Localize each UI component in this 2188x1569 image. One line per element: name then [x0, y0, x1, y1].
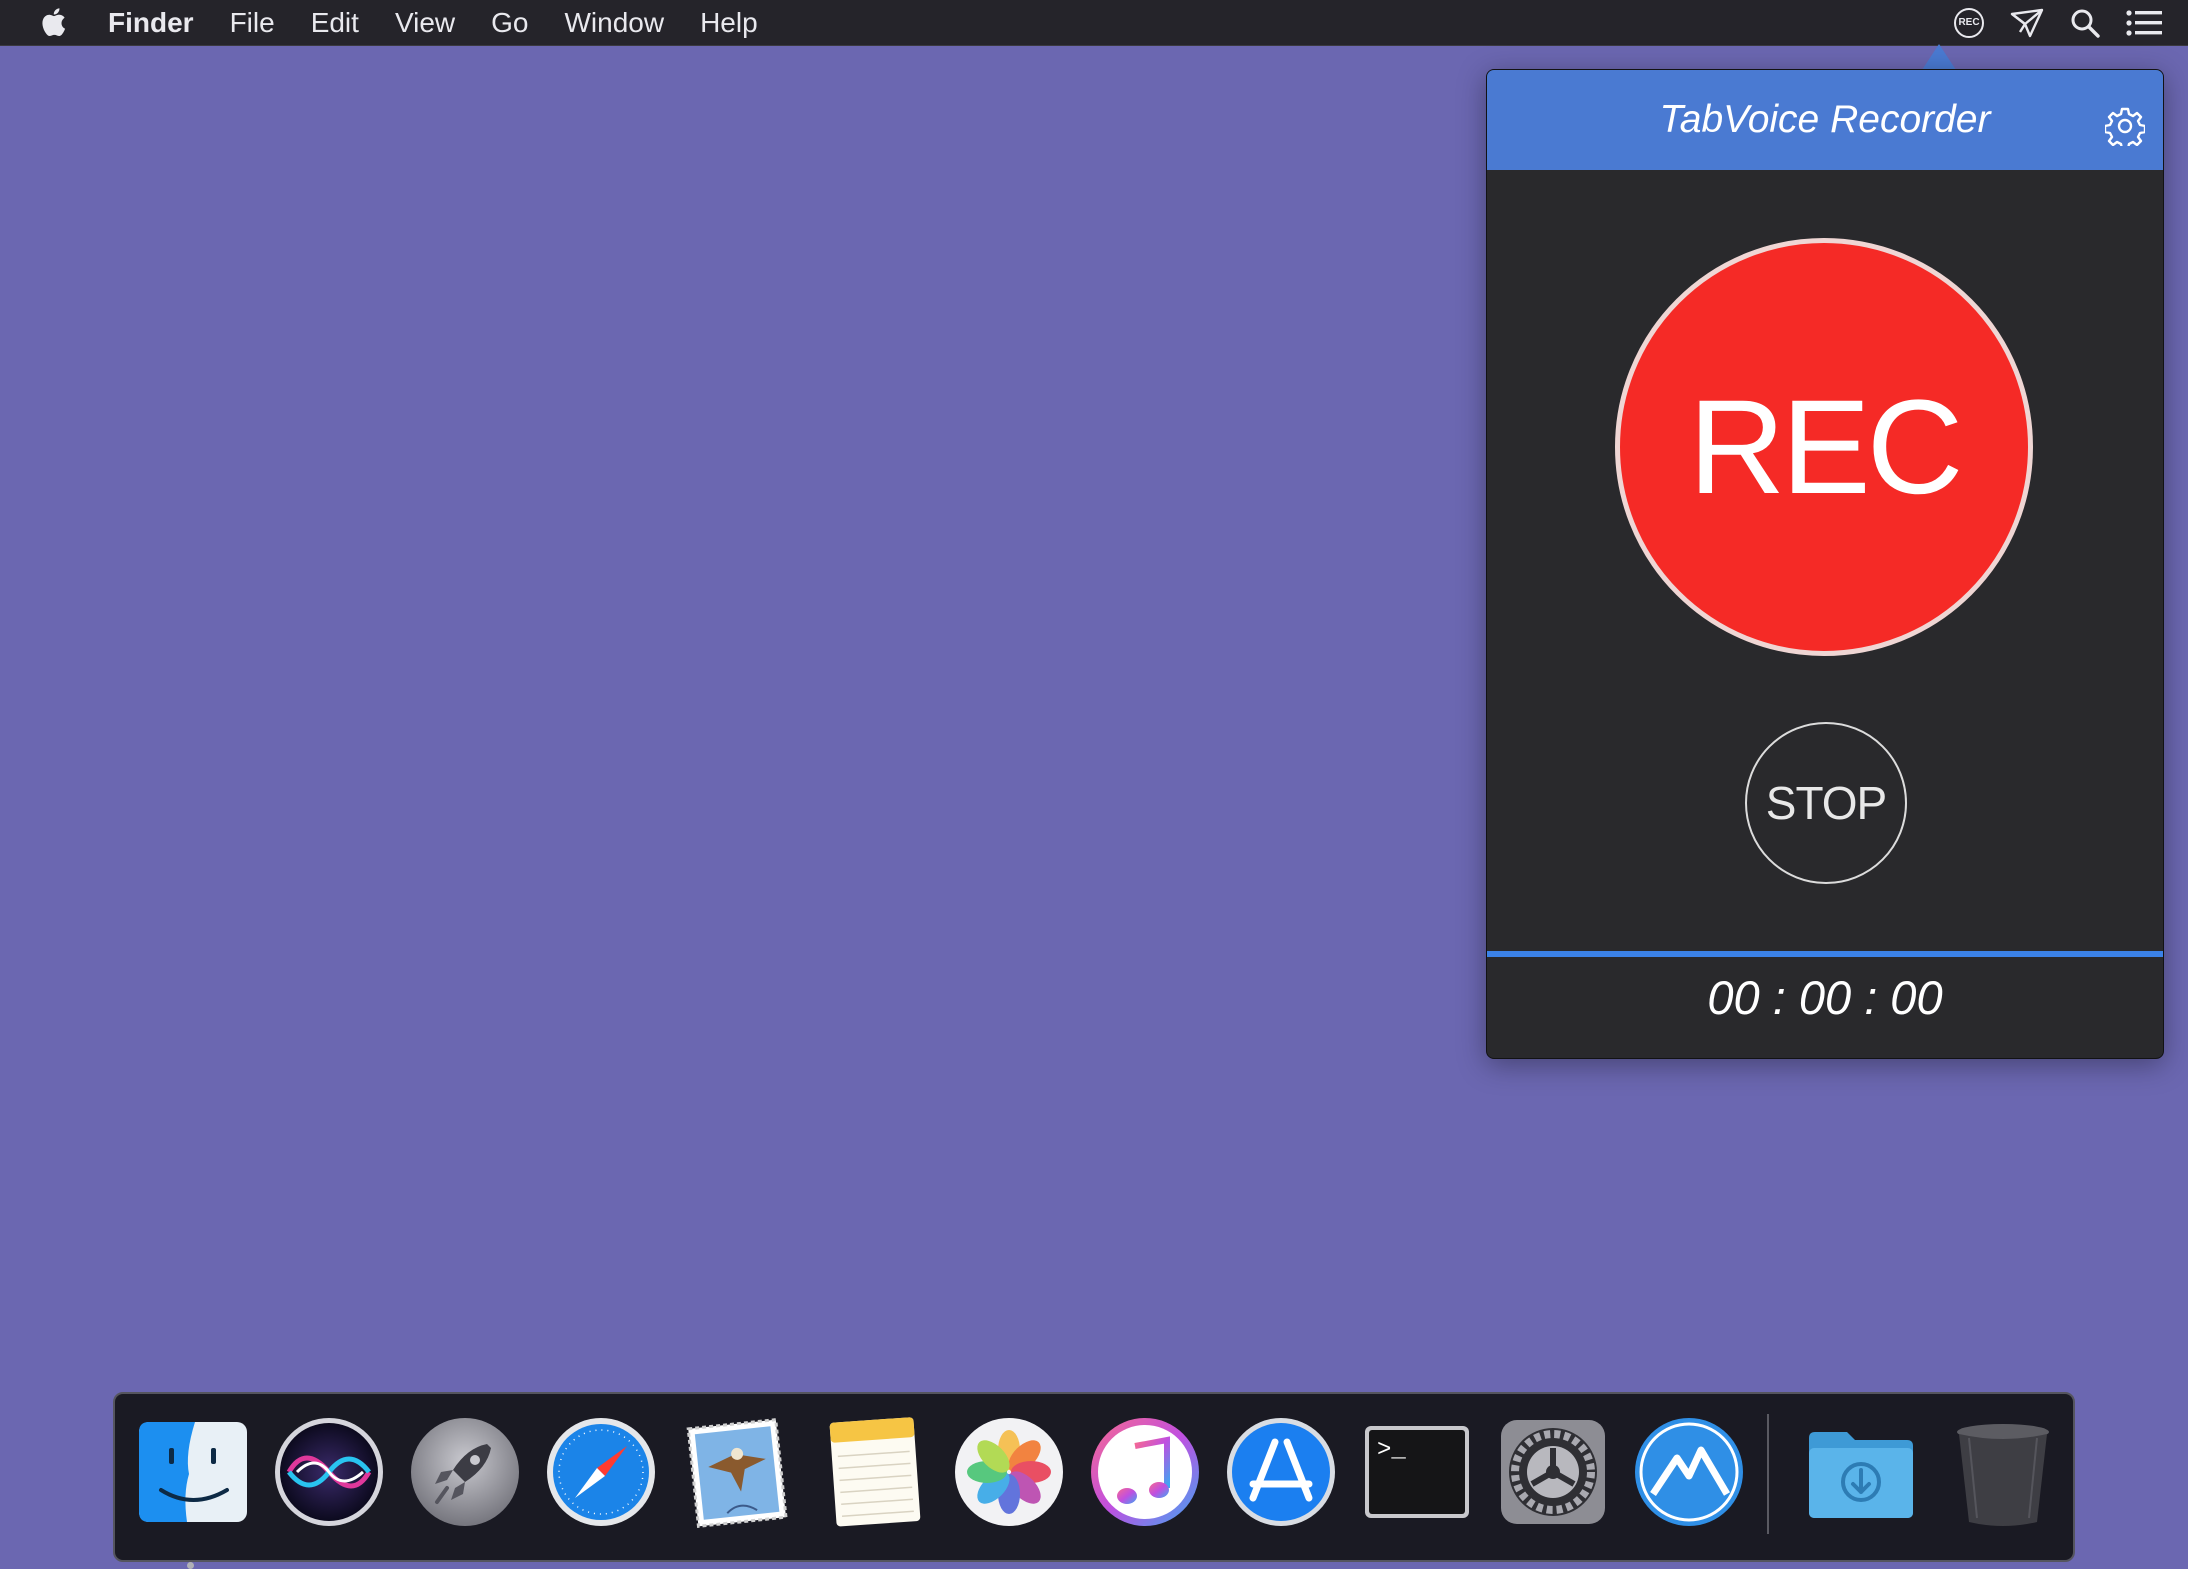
rec-status-icon[interactable]: REC	[1954, 7, 1984, 38]
itunes-music-note-icon	[1091, 1418, 1199, 1526]
menu-help[interactable]: Help	[700, 7, 758, 39]
popover-caret	[1922, 44, 1956, 70]
notes-notepad-icon	[829, 1417, 921, 1527]
menu-view[interactable]: View	[395, 7, 455, 39]
rec-tray-label: REC	[1958, 17, 1980, 28]
dock-item-terminal[interactable]: >_	[1359, 1414, 1475, 1530]
menu-file[interactable]: File	[230, 7, 275, 39]
trash-icon	[1957, 1424, 2049, 1526]
menu-edit[interactable]: Edit	[311, 7, 359, 39]
dock-item-safari[interactable]	[543, 1414, 659, 1530]
menu-list: Finder File Edit View Go Window Help	[108, 0, 794, 45]
mail-stamp-eagle-icon	[686, 1418, 788, 1528]
apple-logo-icon[interactable]	[38, 4, 72, 40]
downloads-folder-icon	[1809, 1432, 1913, 1518]
finder-icon	[139, 1422, 247, 1522]
tabvoice-recorder-popover: TabVoice Recorder REC STOP 00 : 00 : 00	[1486, 69, 2164, 1059]
safari-compass-icon	[547, 1418, 655, 1526]
recording-progress-bar	[1487, 951, 2163, 957]
notification-center-icon[interactable]	[2126, 9, 2162, 36]
dock: >_	[113, 1392, 2075, 1569]
menu-go[interactable]: Go	[491, 7, 528, 39]
terminal-prompt: >_	[1377, 1437, 1406, 1464]
dock-item-finder[interactable]	[135, 1414, 251, 1569]
app-store-icon	[1227, 1418, 1335, 1526]
dock-item-downloads[interactable]	[1803, 1414, 1919, 1530]
dock-item-notes[interactable]	[815, 1414, 931, 1530]
dock-item-siri[interactable]	[271, 1414, 387, 1530]
dock-item-mountain-app[interactable]	[1631, 1414, 1747, 1530]
recording-timer: 00 : 00 : 00	[1707, 971, 1943, 1024]
menu-tray: REC	[1954, 0, 2188, 45]
dock-item-photos[interactable]	[951, 1414, 1067, 1530]
paper-plane-icon[interactable]	[2010, 8, 2044, 38]
dock-separator	[1767, 1414, 1769, 1534]
stop-button-label: STOP	[1765, 777, 1887, 829]
siri-icon	[275, 1418, 383, 1526]
mountain-app-icon	[1635, 1418, 1743, 1526]
running-indicator	[187, 1562, 194, 1569]
menu-bar: Finder File Edit View Go Window Help REC	[0, 0, 2188, 46]
record-button[interactable]: REC	[1615, 238, 2033, 656]
spotlight-search-icon[interactable]	[2070, 8, 2100, 38]
dock-item-trash[interactable]	[1945, 1414, 2061, 1530]
dock-item-app-store[interactable]	[1223, 1414, 1339, 1530]
popover-title: TabVoice Recorder	[1659, 98, 1991, 141]
stop-button[interactable]: STOP	[1745, 722, 1907, 884]
system-preferences-gear-icon	[1501, 1420, 1605, 1524]
popover-header: TabVoice Recorder	[1487, 70, 2163, 170]
recording-progress-fill	[1487, 951, 2163, 957]
terminal-icon: >_	[1365, 1426, 1469, 1518]
record-button-label: REC	[1688, 372, 1964, 522]
dock-item-itunes[interactable]	[1087, 1414, 1203, 1530]
dock-item-launchpad[interactable]	[407, 1414, 523, 1530]
launchpad-rocket-icon	[411, 1418, 519, 1526]
dock-item-system-preferences[interactable]	[1495, 1414, 1611, 1530]
menu-window[interactable]: Window	[564, 7, 664, 39]
dock-item-mail[interactable]	[679, 1414, 795, 1530]
menu-app-finder[interactable]: Finder	[108, 7, 194, 39]
gear-icon[interactable]	[2105, 106, 2145, 146]
photos-flower-icon	[955, 1418, 1063, 1526]
